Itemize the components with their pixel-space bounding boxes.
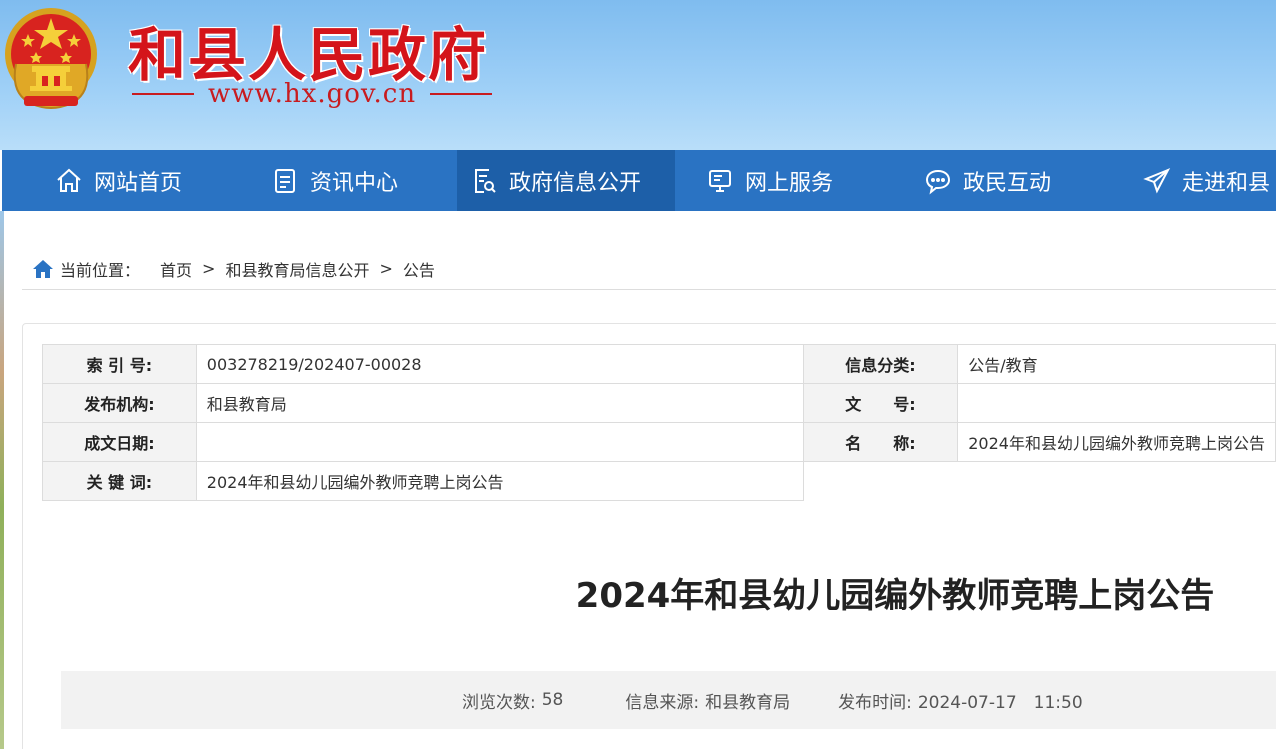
divider (132, 93, 194, 95)
breadcrumb-item-section[interactable]: 和县教育局信息公开 (225, 257, 369, 281)
views-count: 58 (541, 690, 564, 710)
empty-cell (958, 462, 1276, 501)
breadcrumb-separator: > (379, 259, 393, 278)
nav-item-label: 网上服务 (745, 170, 834, 196)
nav-item-about[interactable]: 走进和县 (1114, 150, 1276, 211)
chat-icon (923, 166, 953, 196)
background-strip (0, 211, 4, 749)
doc-no-value (957, 383, 1276, 423)
date-label: 成文日期: (42, 422, 197, 462)
site-header: 和县人民政府 www.hx.gov.cn (0, 0, 1276, 150)
breadcrumb-prefix: 当前位置： (60, 260, 141, 280)
time-label: 发布时间: (838, 692, 912, 713)
main-nav: 网站首页 资讯中心 政府信息公开 网上服务 政民互动 走进和县 (2, 150, 1276, 211)
name-label: 名 称: (802, 422, 959, 462)
home-icon (54, 166, 84, 196)
monitor-icon (705, 166, 735, 196)
nav-item-label: 网站首页 (94, 170, 183, 196)
time-group: 发布时间: 2024-07-17 11:50 (838, 688, 1083, 713)
meta-table: 索 引 号: 003278219/202407-00028 信息分类: 公告/教… (42, 344, 1276, 501)
national-emblem-icon (5, 8, 97, 109)
nav-item-label: 资讯中心 (310, 170, 399, 196)
nav-item-gov-info[interactable]: 政府信息公开 (457, 150, 675, 211)
source-group: 信息来源: 和县教育局 (625, 688, 790, 713)
views-group: 浏览次数: 58 (462, 688, 563, 713)
index-no-label: 索 引 号: (42, 344, 197, 384)
table-row: 成文日期: 名 称: 2024年和县幼儿园编外教师竞聘上岗公告 (42, 422, 1276, 462)
nav-item-interaction[interactable]: 政民互动 (895, 150, 1114, 211)
article-title: 2024年和县幼儿园编外教师竞聘上岗公告 (575, 576, 1215, 616)
breadcrumb: 当前位置： 首页 > 和县教育局信息公开 > 公告 (22, 248, 1276, 290)
empty-cell (803, 462, 958, 501)
nav-item-online-service[interactable]: 网上服务 (675, 150, 895, 211)
breadcrumb-item-home[interactable]: 首页 (160, 257, 192, 281)
file-search-icon (469, 166, 499, 196)
keywords-label: 关 键 词: (42, 461, 197, 501)
paper-plane-icon (1142, 166, 1172, 196)
nav-item-label: 政府信息公开 (509, 170, 642, 196)
site-url[interactable]: www.hx.gov.cn (208, 79, 416, 109)
keywords-value: 2024年和县幼儿园编外教师竞聘上岗公告 (195, 461, 804, 501)
publish-time: 2024-07-17 11:50 (917, 692, 1083, 713)
nav-item-news[interactable]: 资讯中心 (222, 150, 457, 211)
document-icon (270, 166, 300, 196)
date-value (195, 422, 804, 462)
table-row: 索 引 号: 003278219/202407-00028 信息分类: 公告/教… (42, 344, 1276, 384)
doc-no-label: 文 号: (802, 383, 959, 423)
views-label: 浏览次数: (462, 692, 536, 713)
breadcrumb-separator: > (202, 259, 216, 278)
home-icon (33, 259, 53, 278)
table-row: 发布机构: 和县教育局 文 号: (42, 383, 1276, 423)
name-value: 2024年和县幼儿园编外教师竞聘上岗公告 (957, 422, 1276, 462)
category-value: 公告/教育 (957, 344, 1276, 384)
nav-item-label: 政民互动 (963, 170, 1052, 196)
site-url-row: www.hx.gov.cn (132, 78, 493, 110)
source-value: 和县教育局 (705, 692, 791, 713)
breadcrumb-item-current[interactable]: 公告 (403, 257, 435, 281)
nav-item-label: 走进和县 (1182, 170, 1271, 196)
source-label: 信息来源: (625, 692, 700, 713)
publisher-label: 发布机构: (42, 383, 197, 423)
table-row: 关 键 词: 2024年和县幼儿园编外教师竞聘上岗公告 (42, 461, 1276, 501)
article-info-bar: 浏览次数: 58 信息来源: 和县教育局 发布时间: 2024-07-17 11… (61, 671, 1276, 729)
category-label: 信息分类: (802, 344, 959, 384)
nav-item-home[interactable]: 网站首页 (2, 150, 222, 211)
divider (430, 93, 493, 95)
index-no-value: 003278219/202407-00028 (195, 344, 804, 384)
publisher-value: 和县教育局 (195, 383, 804, 423)
